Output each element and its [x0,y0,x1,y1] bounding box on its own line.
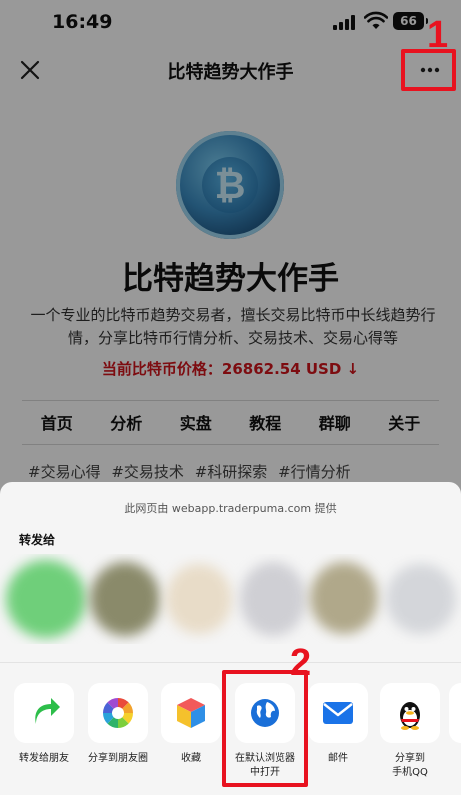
favorite-button[interactable]: 收藏 [155,683,227,766]
action-label: 分享到 手机QQ [392,753,428,778]
more-actions-partial[interactable] [449,683,461,743]
highlight-box-browser [222,670,308,787]
share-arrow-icon [35,698,60,724]
contact-avatar[interactable] [166,564,232,634]
contact-avatar[interactable] [386,564,456,634]
step-number: 2 [290,642,312,684]
share-to-qq-button[interactable]: 分享到 手机QQ [374,683,446,780]
mail-icon [323,702,353,724]
step-number: 1 [427,14,449,56]
favorite-cube-icon [177,698,205,728]
recent-contacts [0,554,461,644]
action-label: 转发给朋友 [19,753,69,764]
qq-penguin-icon [400,702,420,730]
mail-button[interactable]: 邮件 [302,683,374,766]
provider-text: 此网页由 webapp.traderpuma.com 提供 [124,502,337,515]
divider [0,662,461,663]
forward-to-friend-button[interactable]: 转发给朋友 [8,683,80,766]
action-label: 分享到朋友圈 [88,753,148,764]
moments-icon [103,698,133,728]
contact-avatar[interactable] [90,562,160,636]
contact-avatar[interactable] [310,562,378,634]
contact-avatar[interactable] [240,562,306,636]
action-label: 邮件 [328,753,348,764]
action-label: 收藏 [181,753,201,764]
share-to-moments-button[interactable]: 分享到朋友圈 [82,683,154,766]
contact-avatar[interactable] [6,560,86,638]
forward-to-label: 转发给 [19,533,56,547]
